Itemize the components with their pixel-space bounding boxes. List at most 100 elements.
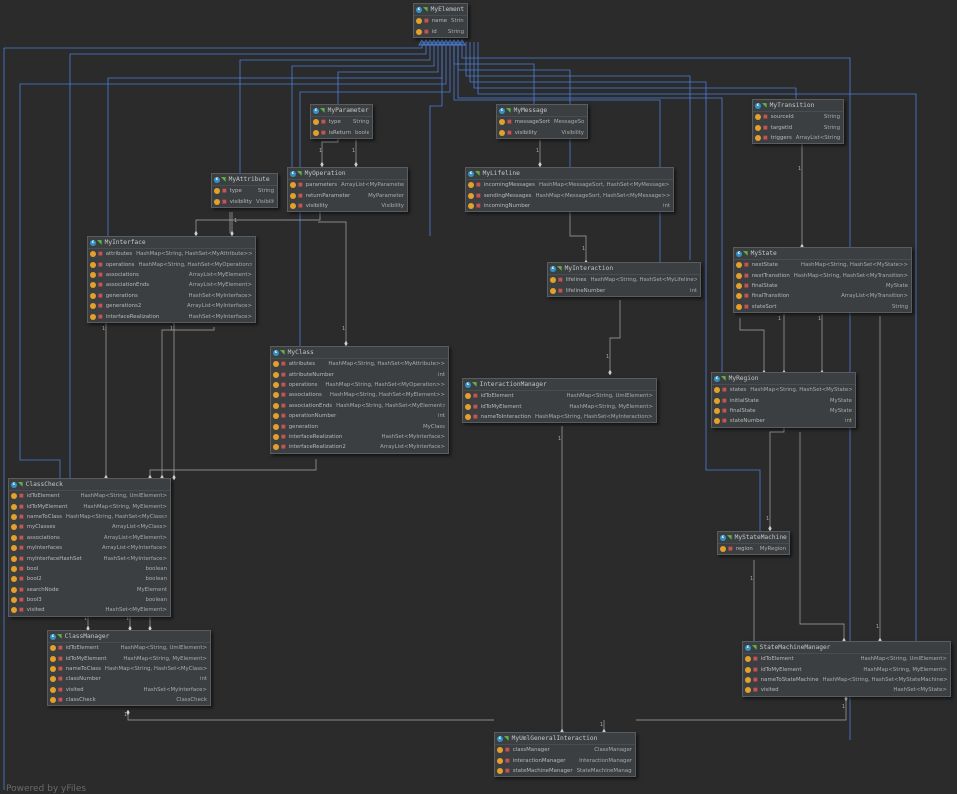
field-row[interactable]: ■ myInterfaces ArrayList<MyInterface> [9, 543, 170, 553]
field-row[interactable]: ■ attributes HashMap<String, HashSet<MyAtt… [88, 249, 255, 259]
field-row[interactable]: ■ associationEnds HashMap<String, HashSet<… [271, 401, 448, 411]
field-row[interactable]: ■ lifelines HashMap<String, HashSet<MyLife… [548, 275, 700, 285]
field-row[interactable]: ■ interfaceRealization HashSet<MyInterface… [271, 432, 448, 442]
field-row[interactable]: ■ idToElement HashMap<String, UmlElement> [9, 491, 170, 501]
field-row[interactable]: ■ bool boolean [9, 564, 170, 574]
field-row[interactable]: ■ operations HashMap<String, HashSet<MyOpe… [271, 380, 448, 390]
class-box-MyTransition[interactable]: c ◥ MyTransition ■ sourceId String ■ targetId St… [752, 99, 844, 145]
field-row[interactable]: ■ generations2 ArrayList<MyInterface> [88, 301, 255, 311]
field-row[interactable]: ■ bool2 boolean [9, 574, 170, 584]
field-row[interactable]: ■ classCheck ClassCheck [48, 695, 210, 705]
field-row[interactable]: ■ type String [212, 186, 277, 196]
field-row[interactable]: ■ region MyRegion [718, 544, 789, 554]
field-row[interactable]: ■ interfaceRealization HashSet<MyInterface… [88, 311, 255, 321]
field-row[interactable]: ■ associations ArrayList<MyElement> [88, 270, 255, 280]
field-row[interactable]: ■ lifelineNumber int [548, 285, 700, 295]
field-row[interactable]: ■ associations ArrayList<MyElement> [9, 533, 170, 543]
field-row[interactable]: ■ nameToClass HashMap<String, HashSet<MyCl… [48, 664, 210, 674]
field-row[interactable]: ■ sendingMessages HashMap<MessageSort, Has… [466, 190, 673, 200]
field-row[interactable]: ■ bool3 boolean [9, 595, 170, 605]
field-row[interactable]: ■isReturnboolean [311, 127, 372, 137]
field-icon [90, 271, 96, 278]
field-row[interactable]: ■ classNumber int [48, 674, 210, 684]
field-row[interactable]: ■ nextState HashMap<String, HashSet<MyStat… [734, 260, 911, 270]
field-row[interactable]: ■ nameToClass HashMap<String, HashSet<MyCl… [9, 512, 170, 522]
class-box-MyParameter[interactable]: c◥MyParameter■typeString■isReturnboolean [310, 104, 373, 139]
card-label: 1 [606, 354, 609, 360]
field-row[interactable]: ■ stateNumber int [712, 416, 855, 426]
field-row[interactable]: ■ generation MyClass [271, 421, 448, 431]
class-box-MyMessage[interactable]: c◥MyMessage■messageSortMessageSort■visib… [496, 104, 588, 139]
field-row[interactable]: ■ visited HashSet<MyState> [743, 685, 950, 695]
field-row[interactable]: ■ attributes HashMap<String, HashSet<MyAtt… [271, 359, 448, 369]
field-row[interactable]: ■ finalTransition ArrayList<MyTransition> [734, 291, 911, 301]
class-box-MyInterface[interactable]: c ◥ MyInterface ■ attributes HashMap<String, … [87, 236, 256, 323]
field-row[interactable]: ■ visited HashSet<MyInterface> [48, 685, 210, 695]
class-box-MyState[interactable]: c ◥ MyState ■ nextState HashMap<String, HashS… [733, 247, 912, 313]
field-row[interactable]: ■ incomingNumber int [466, 201, 673, 211]
field-row[interactable]: ■ idToMyElement HashMap<String, MyElement> [9, 501, 170, 511]
class-box-MyClass[interactable]: c ◥ MyClass ■ attributes HashMap<String, Hash… [270, 346, 449, 454]
field-name: classNumber [65, 676, 101, 683]
field-row[interactable]: ■visibilityVisibility [212, 196, 277, 206]
class-box-ClassCheck[interactable]: c ◥ ClassCheck ■ idToElement HashMap<String, … [8, 478, 171, 617]
class-box-StateMachineManager[interactable]: c ◥ StateMachineManager ■ idToElement HashMap… [742, 641, 951, 697]
field-row[interactable]: ■ triggers ArrayList<String> [753, 133, 843, 143]
field-row[interactable]: ■ stateSort String [734, 302, 911, 312]
field-row[interactable]: ■ classManager ClassManager [495, 745, 635, 755]
field-row[interactable]: ■ id String [414, 26, 467, 36]
field-row[interactable]: ■ idToMyElement HashMap<String, MyElement> [48, 653, 210, 663]
class-box-MyLifeline[interactable]: c ◥ MyLifeline ■ incomingMessages HashMap<Mes… [465, 167, 674, 213]
field-row[interactable]: ■ interactionManager InteractionManager [495, 755, 635, 765]
field-row[interactable]: ■ parameters ArrayList<MyParameter> [288, 180, 407, 190]
field-row[interactable]: ■nameString [414, 16, 467, 26]
field-row[interactable]: ■ associationEnds ArrayList<MyElement> [88, 280, 255, 290]
class-box-ClassManager[interactable]: c ◥ ClassManager ■ idToElement HashMap<String… [47, 630, 211, 707]
field-row[interactable]: ■ idToElement HashMap<String, UmlElement> [48, 643, 210, 653]
class-box-MyAttribute[interactable]: c ◥ MyAttribute ■ type String ■ visibility Visib… [211, 173, 278, 208]
field-row[interactable]: ■ generations HashSet<MyInterface> [88, 291, 255, 301]
field-row[interactable]: ■visibilityVisibility [497, 127, 587, 137]
field-row[interactable]: ■ interfaceRealization2 ArrayList<MyInterf… [271, 442, 448, 452]
field-icon [11, 586, 17, 593]
field-type: String [352, 119, 369, 126]
field-row[interactable]: ■ sourceId String [753, 112, 843, 122]
class-box-MyElement[interactable]: c◥MyElement■nameString■idString [413, 3, 468, 38]
field-row[interactable]: ■ attributeNumber int [271, 369, 448, 379]
field-row[interactable]: ■ targetId String [753, 122, 843, 132]
field-row[interactable]: ■ nameToStateMachine HashMap<String, HashS… [743, 675, 950, 685]
class-box-InteractionManager[interactable]: c ◥ InteractionManager ■ idToElement HashMap<… [462, 378, 657, 424]
private-lock-icon: ■ [744, 272, 749, 279]
class-box-MyInteraction[interactable]: c ◥ MyInteraction ■ lifelines HashMap<String,… [547, 262, 701, 297]
class-box-MyRegion[interactable]: c ◥ MyRegion ■ states HashMap<String, HashSet… [711, 372, 856, 428]
field-row[interactable]: ■ idToElement HashMap<String, UmlElement> [463, 391, 656, 401]
field-row[interactable]: ■ associations HashMap<String, HashSet<MyE… [271, 390, 448, 400]
class-box-MyStateMachine[interactable]: c ◥ MyStateMachine ■ region MyRegion [717, 531, 790, 556]
field-row[interactable]: ■ stateMachineManager StateMachineManager [495, 766, 635, 776]
field-name: id [431, 28, 437, 35]
field-row[interactable]: ■ incomingMessages HashMap<MessageSort, Ha… [466, 180, 673, 190]
field-row[interactable]: ■messageSortMessageSort [497, 117, 587, 127]
field-row[interactable]: ■ visited HashSet<MyElement> [9, 605, 170, 615]
field-row[interactable]: ■ searchNode MyElement [9, 585, 170, 595]
field-row[interactable]: ■ initialState MyState [712, 395, 855, 405]
field-row[interactable]: ■ idToMyElement HashMap<String, MyElement> [463, 401, 656, 411]
field-row[interactable]: ■ returnParameter MyParameter [288, 190, 407, 200]
field-row[interactable]: ■ finalState MyState [712, 406, 855, 416]
field-row[interactable]: ■ nameToInteraction HashMap<String, HashSe… [463, 412, 656, 422]
field-row[interactable]: ■ states HashMap<String, HashSet<MyState>> [712, 385, 855, 395]
field-row[interactable]: ■ idToElement HashMap<String, UmlElement> [743, 654, 950, 664]
public-icon: ◥ [18, 481, 23, 488]
field-row[interactable]: ■visibilityVisibility [288, 201, 407, 211]
field-row[interactable]: ■ finalState MyState [734, 281, 911, 291]
field-row[interactable]: ■ myClasses ArrayList<MyClass> [9, 522, 170, 532]
field-row[interactable]: ■ operations HashMap<String, HashSet<MyOpe… [88, 259, 255, 269]
field-row[interactable]: ■ operationNumber int [271, 411, 448, 421]
field-icon [90, 303, 96, 310]
field-row[interactable]: ■ nextTransition HashMap<String, HashSet<M… [734, 270, 911, 280]
field-row[interactable]: ■ idToMyElement HashMap<String, MyElement> [743, 664, 950, 674]
field-row[interactable]: ■ type String [311, 117, 372, 127]
class-box-MyUmlGeneralInteraction[interactable]: c ◥ MyUmlGeneralInteraction ■ classManager Cl… [494, 732, 636, 778]
class-box-MyOperation[interactable]: c ◥ MyOperation ■ parameters ArrayList<MyPara… [287, 167, 408, 213]
field-row[interactable]: ■ myInterfaceHashSet HashSet<MyInterface> [9, 553, 170, 563]
